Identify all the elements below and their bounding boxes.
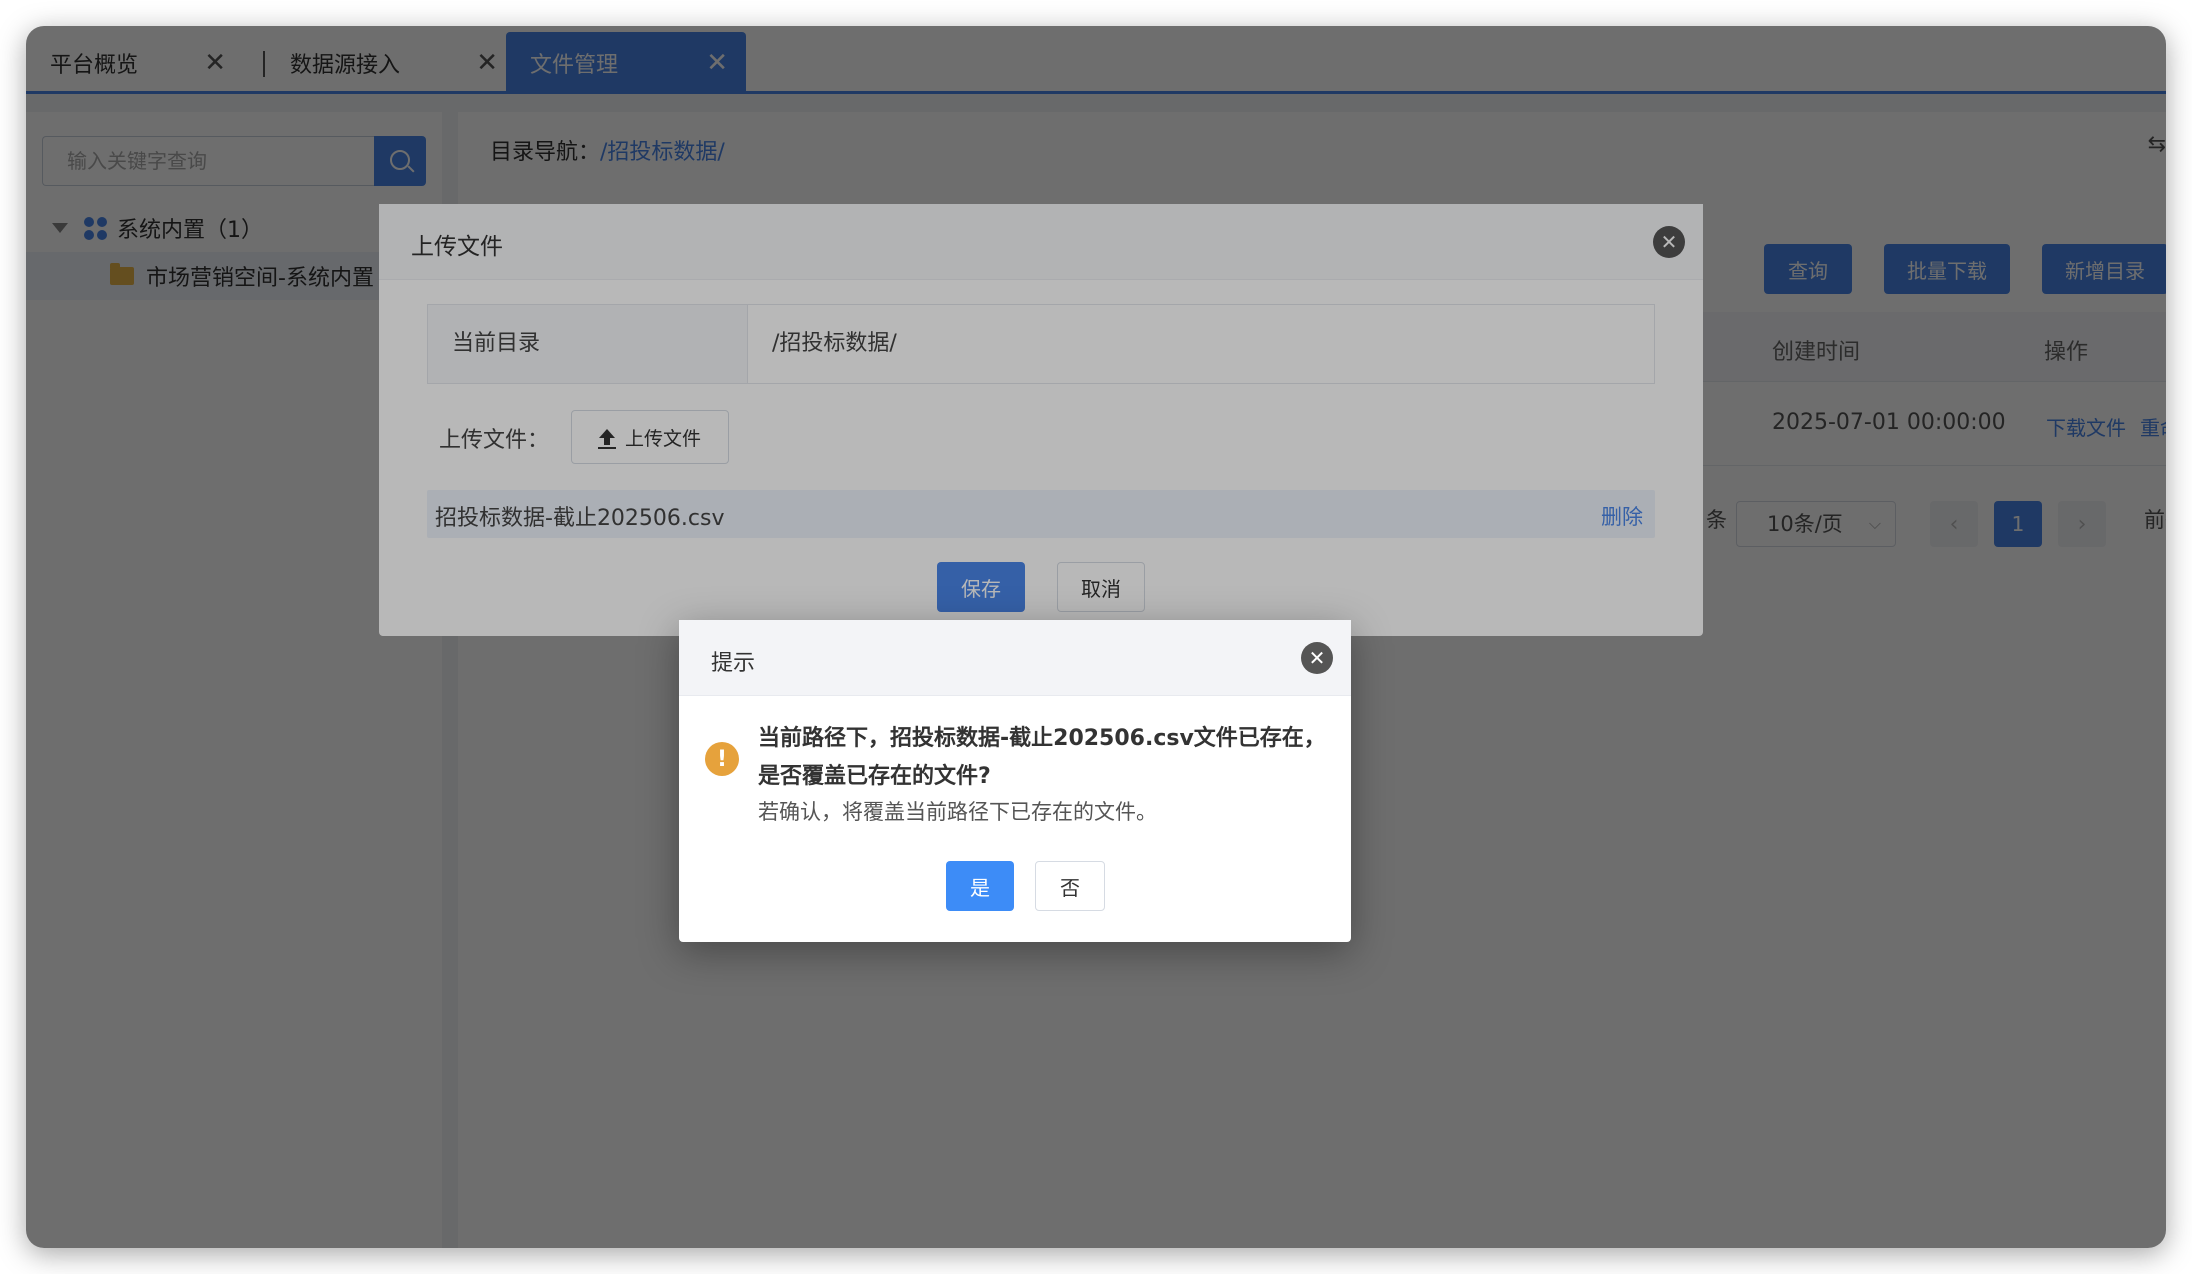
warning-icon: ! [705,742,739,776]
dialog-title: 提示 [711,651,756,676]
close-icon[interactable]: ✕ [1301,642,1333,674]
dialog-header: 提示 ✕ [679,620,1351,696]
yes-button[interactable]: 是 [946,861,1014,911]
confirm-sub-message: 若确认，将覆盖当前路径下已存在的文件。 [758,800,1157,824]
confirm-message-line2: 是否覆盖已存在的文件? [758,764,991,789]
confirm-message: 当前路径下，招投标数据-截止202506.csv文件已存在， 是否覆盖已存在的文… [758,720,1326,796]
app-window: 平台概览 ✕ 数据源接入 ✕ 文件管理 ✕ 输入关键字查询 系统内置（1） 市场… [26,26,2166,1248]
no-button[interactable]: 否 [1035,861,1105,911]
confirm-message-line1: 当前路径下，招投标数据-截止202506.csv文件已存在， [758,726,1326,751]
confirm-dialog: 提示 ✕ ! 当前路径下，招投标数据-截止202506.csv文件已存在， 是否… [679,620,1351,942]
